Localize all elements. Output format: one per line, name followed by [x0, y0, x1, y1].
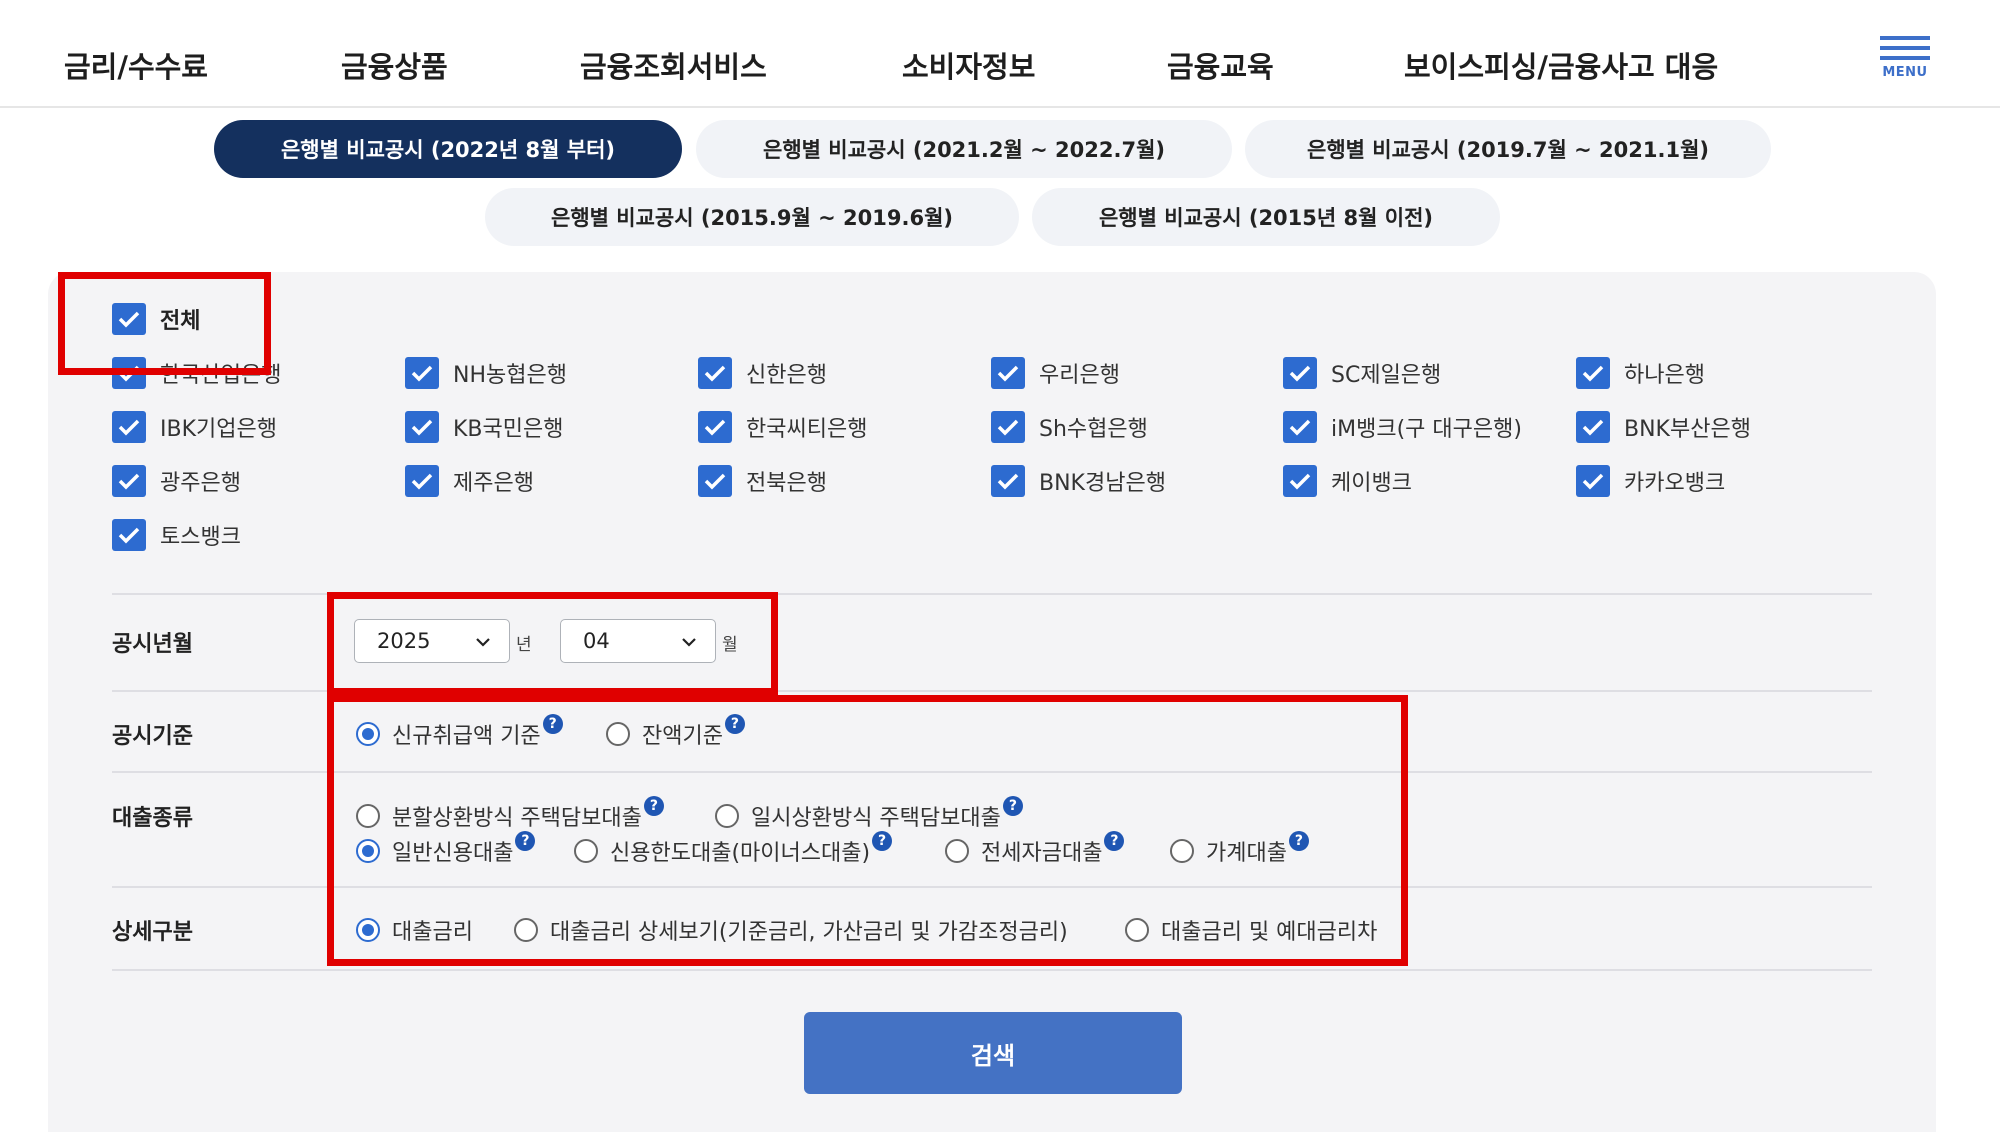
- checkbox-bank-14[interactable]: 전북은행: [698, 465, 827, 497]
- checkmark-icon: [991, 357, 1025, 389]
- checkmark-icon: [405, 465, 439, 497]
- checkbox-label: 한국씨티은행: [746, 417, 868, 442]
- checkbox-bank-6[interactable]: IBK기업은행: [112, 411, 277, 443]
- checkbox-label: BNK경남은행: [1039, 471, 1166, 496]
- checkbox-bank-1[interactable]: NH농협은행: [405, 357, 567, 389]
- tab-before-2015-08[interactable]: 은행별 비교공시 (2015년 8월 이전): [1032, 188, 1500, 246]
- checkbox-label: IBK기업은행: [160, 417, 277, 442]
- basis-label: 공시기준: [112, 724, 193, 749]
- checkbox-bank-5[interactable]: 하나은행: [1576, 357, 1705, 389]
- nav-item-financial-education[interactable]: 금융교육: [1167, 44, 1274, 86]
- tab-2021-02-to-2022-07[interactable]: 은행별 비교공시 (2021.2월 ~ 2022.7월): [696, 120, 1232, 178]
- checkmark-icon: [1283, 411, 1317, 443]
- checkbox-bank-17[interactable]: 카카오뱅크: [1576, 465, 1725, 497]
- checkmark-icon: [405, 357, 439, 389]
- tab-2015-09-to-2019-06[interactable]: 은행별 비교공시 (2015.9월 ~ 2019.6월): [485, 188, 1019, 246]
- checkbox-bank-12[interactable]: 광주은행: [112, 465, 241, 497]
- detail-label: 상세구분: [112, 920, 193, 945]
- nav-item-voice-phishing[interactable]: 보이스피싱/금융사고 대응: [1404, 44, 1718, 86]
- loan-type-label: 대출종류: [112, 806, 193, 831]
- checkmark-icon: [991, 411, 1025, 443]
- hamburger-icon-bar: [1880, 56, 1930, 60]
- period-label: 공시년월: [112, 632, 193, 657]
- search-button[interactable]: 검색: [804, 1012, 1182, 1094]
- checkmark-icon: [698, 411, 732, 443]
- checkbox-label: NH농협은행: [453, 363, 567, 388]
- checkmark-icon: [112, 411, 146, 443]
- checkbox-label: 케이뱅크: [1331, 471, 1412, 496]
- nav-item-financial-products[interactable]: 금융상품: [341, 44, 448, 86]
- nav-item-inquiry-services[interactable]: 금융조회서비스: [580, 44, 767, 86]
- top-navigation: 금리/수수료 금융상품 금융조회서비스 소비자정보 금융교육 보이스피싱/금융사…: [0, 0, 2000, 108]
- checkbox-bank-16[interactable]: 케이뱅크: [1283, 465, 1412, 497]
- tab-2019-07-to-2021-01[interactable]: 은행별 비교공시 (2019.7월 ~ 2021.1월): [1245, 120, 1771, 178]
- checkbox-label: 우리은행: [1039, 363, 1120, 388]
- tab-2022-08-onward[interactable]: 은행별 비교공시 (2022년 8월 부터): [214, 120, 682, 178]
- checkbox-bank-4[interactable]: SC제일은행: [1283, 357, 1441, 389]
- checkmark-icon: [112, 465, 146, 497]
- checkmark-icon: [698, 357, 732, 389]
- hamburger-icon: [1880, 36, 1930, 40]
- checkmark-icon: [991, 465, 1025, 497]
- checkbox-label: 카카오뱅크: [1624, 471, 1726, 496]
- checkmark-icon: [1283, 465, 1317, 497]
- checkbox-bank-7[interactable]: KB국민은행: [405, 411, 563, 443]
- checkbox-bank-11[interactable]: BNK부산은행: [1576, 411, 1751, 443]
- checkmark-icon: [698, 465, 732, 497]
- checkbox-bank-8[interactable]: 한국씨티은행: [698, 411, 867, 443]
- checkbox-bank-15[interactable]: BNK경남은행: [991, 465, 1166, 497]
- checkmark-icon: [1576, 357, 1610, 389]
- checkbox-bank-9[interactable]: Sh수협은행: [991, 411, 1148, 443]
- nav-item-consumer-info[interactable]: 소비자정보: [902, 44, 1035, 86]
- checkmark-icon: [1576, 411, 1610, 443]
- checkbox-label: 신한은행: [746, 363, 827, 388]
- checkbox-bank-2[interactable]: 신한은행: [698, 357, 827, 389]
- menu-button[interactable]: MENU: [1880, 36, 1930, 84]
- checkbox-label: SC제일은행: [1331, 363, 1442, 388]
- checkbox-bank-13[interactable]: 제주은행: [405, 465, 534, 497]
- checkbox-label: 하나은행: [1624, 363, 1705, 388]
- checkbox-bank-3[interactable]: 우리은행: [991, 357, 1120, 389]
- highlight-box-period: [327, 592, 778, 695]
- checkbox-label: KB국민은행: [453, 417, 564, 442]
- checkbox-label: 전북은행: [746, 471, 827, 496]
- highlight-box-all-checkbox: [58, 272, 271, 375]
- hamburger-icon-bar: [1880, 46, 1930, 50]
- checkmark-icon: [1283, 357, 1317, 389]
- checkbox-label: 토스뱅크: [160, 525, 241, 550]
- divider: [112, 969, 1872, 971]
- checkbox-label: BNK부산은행: [1624, 417, 1751, 442]
- checkbox-label: 광주은행: [160, 471, 241, 496]
- highlight-box-options: [327, 695, 1408, 966]
- checkbox-bank-18[interactable]: 토스뱅크: [112, 519, 241, 551]
- checkmark-icon: [1576, 465, 1610, 497]
- checkmark-icon: [112, 519, 146, 551]
- checkbox-label: Sh수협은행: [1039, 417, 1148, 442]
- checkbox-label: 제주은행: [453, 471, 534, 496]
- checkbox-label: iM뱅크(구 대구은행): [1331, 417, 1522, 442]
- menu-label: MENU: [1882, 65, 1928, 80]
- checkmark-icon: [405, 411, 439, 443]
- checkbox-bank-10[interactable]: iM뱅크(구 대구은행): [1283, 411, 1522, 443]
- nav-item-rates-fees[interactable]: 금리/수수료: [64, 44, 208, 86]
